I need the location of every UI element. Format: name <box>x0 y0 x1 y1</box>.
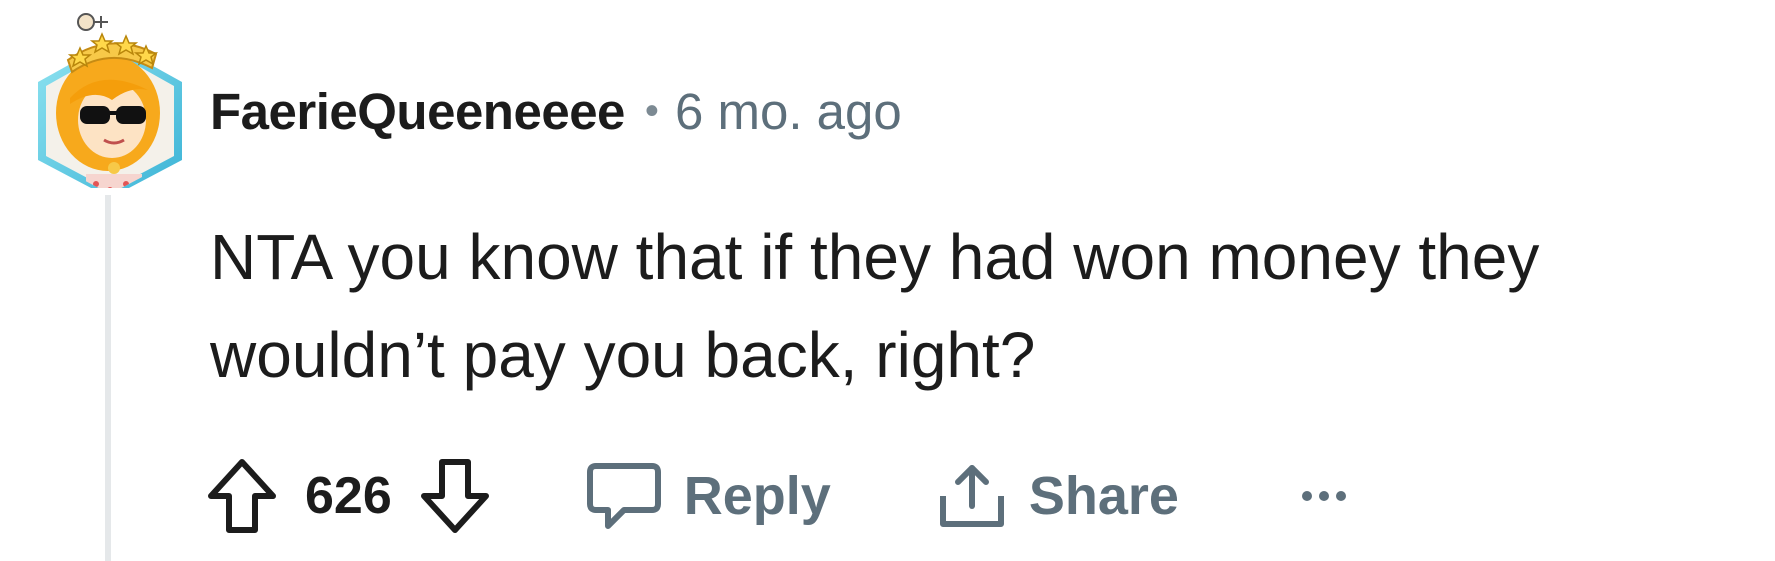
more-options-button[interactable] <box>1299 486 1349 506</box>
avatar-image <box>38 13 182 198</box>
share-label: Share <box>1028 466 1179 526</box>
separator-dot: • <box>644 88 659 133</box>
timestamp[interactable]: 6 mo. ago <box>675 82 902 141</box>
action-bar: 626 Reply Share <box>205 448 1349 544</box>
upvote-icon[interactable] <box>205 456 279 536</box>
avatar[interactable] <box>30 8 190 198</box>
downvote-icon[interactable] <box>418 456 492 536</box>
vote-count: 626 <box>305 467 392 525</box>
share-button[interactable]: Share <box>937 460 1179 532</box>
comment-bubble-icon <box>586 460 662 532</box>
comment-header: FaerieQueeneeee • 6 mo. ago <box>210 76 902 146</box>
reply-label: Reply <box>683 466 831 526</box>
comment-body: NTA you know that if they had won money … <box>210 221 1540 391</box>
username[interactable]: FaerieQueeneeee <box>210 82 625 141</box>
more-options-icon <box>1299 486 1349 506</box>
thread-line[interactable] <box>105 195 111 561</box>
share-icon <box>937 460 1007 532</box>
reply-button[interactable]: Reply <box>586 460 831 532</box>
